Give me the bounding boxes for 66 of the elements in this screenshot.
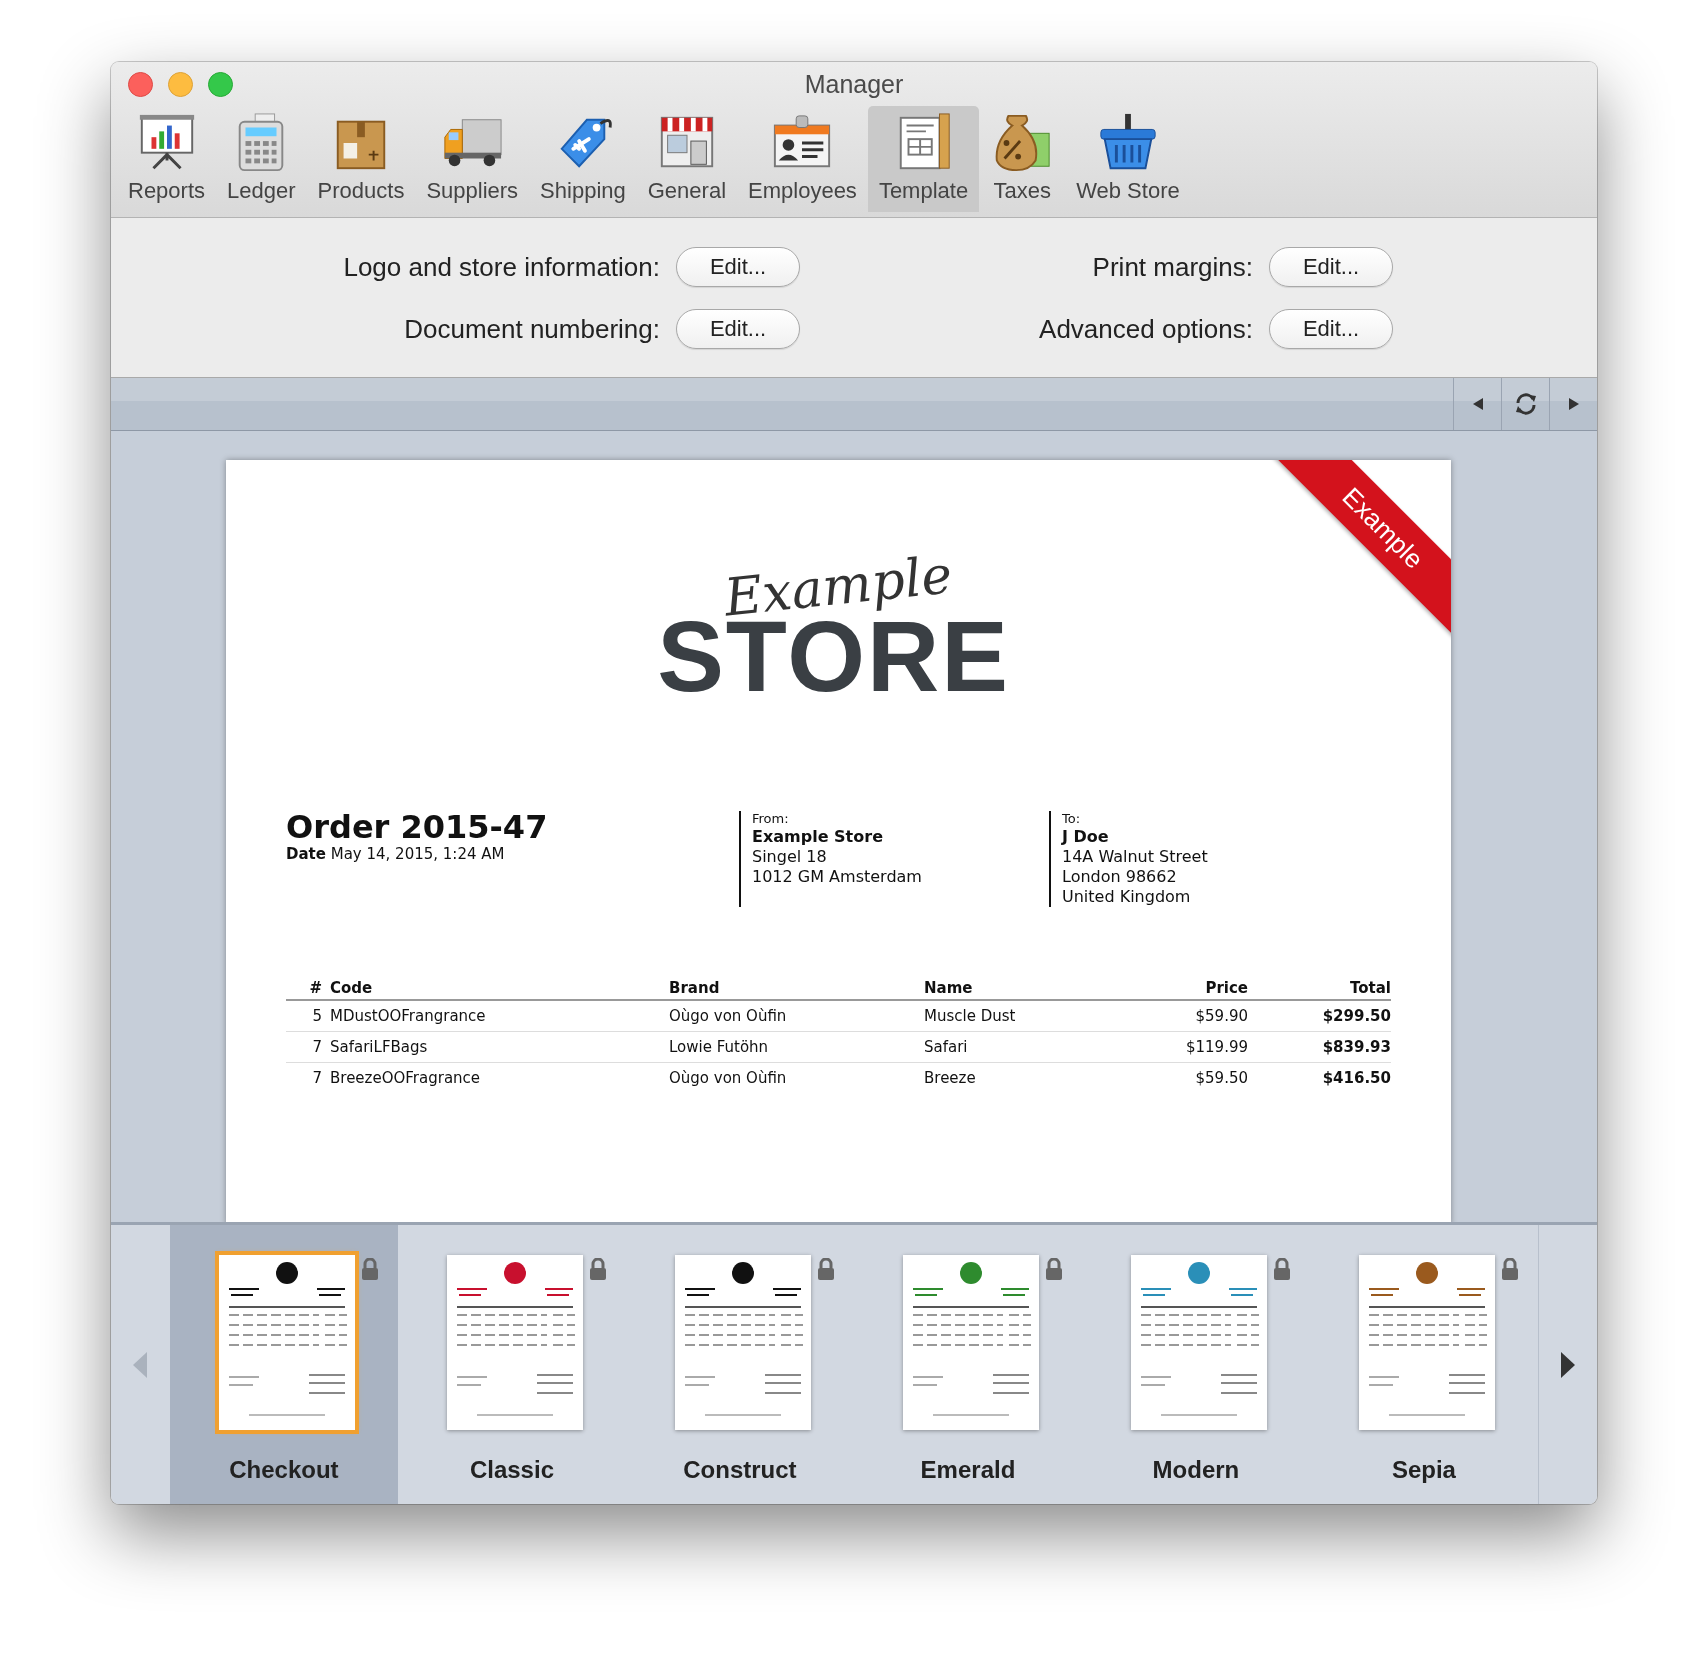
address-line: Singel 18: [752, 847, 828, 867]
address-line: United Kingdom: [1062, 887, 1192, 907]
toolbar-tab[interactable]: Reports: [117, 106, 217, 212]
column-header: Brand: [669, 977, 924, 1000]
column-header: Code: [330, 977, 669, 1000]
edit-button[interactable]: Edit...: [1269, 309, 1393, 349]
table-cell: $119.99: [1124, 1031, 1248, 1063]
table-cell: Lowie Futöhn: [669, 1031, 924, 1063]
table-cell: Oùgo von Oùfin: [669, 1000, 924, 1032]
column-header: Total: [1248, 977, 1391, 1000]
edit-button[interactable]: Edit...: [1269, 247, 1393, 287]
template-option[interactable]: Sepia: [1309, 1225, 1538, 1504]
table-cell: BreezeOOFragrance: [330, 1062, 669, 1093]
template-option[interactable]: Checkout: [169, 1225, 398, 1504]
toolbar-tab[interactable]: Ledger: [216, 106, 307, 212]
edit-button[interactable]: Edit...: [676, 309, 800, 349]
order-date: Date May 14, 2015, 1:24 AM: [286, 844, 506, 863]
zoom-button[interactable]: [208, 72, 233, 97]
address-line: 14A Walnut Street: [1062, 847, 1209, 867]
close-button[interactable]: [128, 72, 153, 97]
table-cell: 7: [286, 1031, 330, 1063]
template-option[interactable]: Modern: [1081, 1225, 1310, 1504]
table-cell: $59.90: [1124, 1000, 1248, 1032]
address-name: J Doe: [1062, 827, 1110, 847]
table-cell: $416.50: [1248, 1062, 1391, 1093]
column-header: Name: [924, 977, 1124, 1000]
table-cell: Safari: [924, 1031, 1124, 1063]
table-cell: 7: [286, 1062, 330, 1093]
table-cell: $299.50: [1248, 1000, 1391, 1032]
order-title: Order 2015-47: [286, 811, 549, 845]
template-option[interactable]: Emerald: [853, 1225, 1082, 1504]
table-cell: Muscle Dust: [924, 1000, 1124, 1032]
address-line: 1012 GM Amsterdam: [752, 867, 923, 887]
toolbar-tab[interactable]: Suppliers: [415, 106, 530, 212]
template-option[interactable]: Classic: [397, 1225, 626, 1504]
table-cell: Oùgo von Oùfin: [669, 1062, 924, 1093]
template-option[interactable]: Construct: [625, 1225, 854, 1504]
setting-label: Document numbering:: [403, 313, 660, 345]
right-triangle-icon: [1567, 397, 1580, 411]
edit-button[interactable]: Edit...: [676, 247, 800, 287]
address-name: Example Store: [752, 827, 884, 847]
minimize-button[interactable]: [168, 72, 193, 97]
address-label: To:: [1062, 811, 1082, 827]
setting-label: Print margins:: [1091, 251, 1253, 283]
table-cell: MDustOOFrangrance: [330, 1000, 669, 1032]
address-line: London 98662: [1062, 867, 1178, 887]
toolbar-tab[interactable]: Web Store: [1065, 106, 1191, 212]
setting-label: Advanced options:: [1038, 313, 1253, 345]
toolbar-tab[interactable]: Taxes: [979, 106, 1066, 212]
table-cell: SafariLFBags: [330, 1031, 669, 1063]
window-title: Manager: [804, 70, 904, 100]
column-header: Price: [1124, 977, 1248, 1000]
left-triangle-icon: [1471, 397, 1484, 411]
address-label: From:: [752, 811, 790, 827]
toolbar-tab[interactable]: Employees: [737, 106, 868, 212]
setting-label: Logo and store information:: [342, 251, 660, 283]
table-cell: $59.50: [1124, 1062, 1248, 1093]
table-cell: 5: [286, 1000, 330, 1032]
toolbar-tab[interactable]: Template: [867, 106, 980, 212]
toolbar-tab[interactable]: Shipping: [529, 106, 637, 212]
table-cell: $839.93: [1248, 1031, 1391, 1063]
table-cell: Breeze: [924, 1062, 1124, 1093]
toolbar-tab[interactable]: Products: [306, 106, 416, 212]
toolbar-tab[interactable]: General: [636, 106, 738, 212]
column-header: #: [286, 977, 330, 1000]
refresh-icon: [1513, 393, 1538, 415]
